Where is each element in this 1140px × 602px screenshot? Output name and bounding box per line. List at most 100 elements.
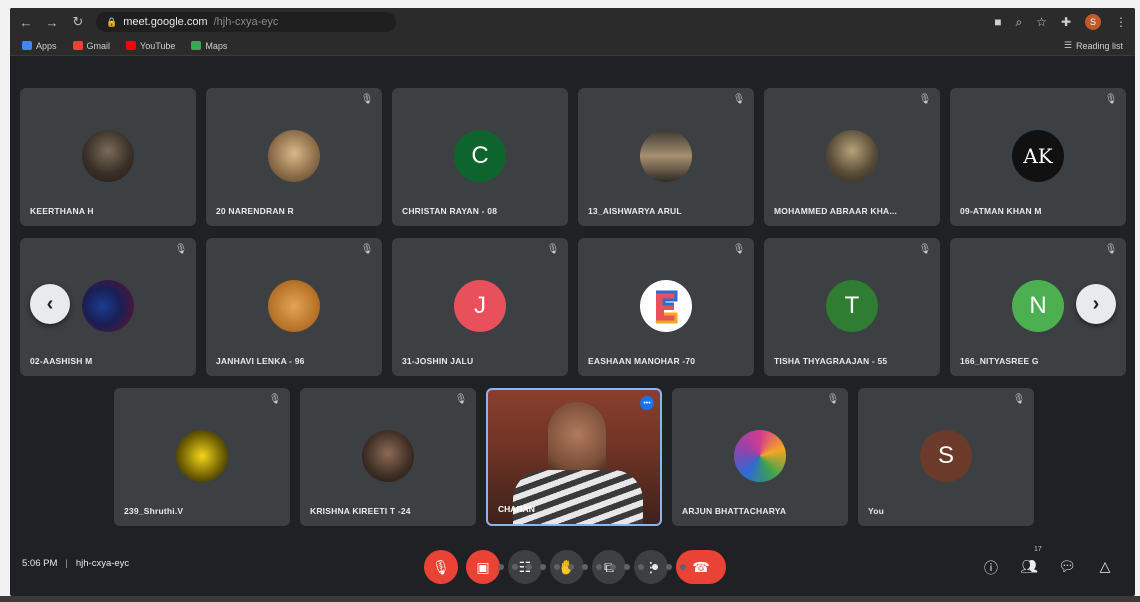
page-dot[interactable] bbox=[680, 564, 686, 570]
participant-tile[interactable]: 🎙︎ MOHAMMED ABRAAR KHA... bbox=[764, 88, 940, 226]
participant-avatar: N bbox=[1012, 280, 1064, 332]
phone-hangup-icon: ☎ bbox=[692, 558, 710, 575]
back-icon[interactable]: ← bbox=[18, 15, 34, 30]
mic-off-icon: 🎙︎ bbox=[732, 94, 746, 105]
mic-off-icon: 🎙︎ bbox=[432, 558, 450, 575]
participant-count-badge: 17 bbox=[1034, 546, 1042, 553]
page-indicator bbox=[498, 564, 686, 570]
participant-name: TISHA THYAGRAAJAN - 55 bbox=[774, 356, 888, 366]
url-host: meet.google.com bbox=[123, 16, 208, 28]
camera-in-use-icon[interactable]: ■ bbox=[994, 15, 1001, 29]
chevron-right-icon: › bbox=[1092, 292, 1100, 315]
page-dot[interactable] bbox=[610, 564, 616, 570]
page-dot[interactable] bbox=[526, 564, 532, 570]
bookmark-youtube[interactable]: YouTube bbox=[126, 41, 175, 51]
participant-name: KRISHNA KIREETI T -24 bbox=[310, 506, 411, 516]
participant-tile[interactable]: 🎙︎ EASHAAN MANOHAR -70 bbox=[578, 238, 754, 376]
page-dot-active[interactable] bbox=[652, 564, 658, 570]
menu-kebab-icon[interactable]: ⋮ bbox=[1115, 15, 1127, 29]
page-dot[interactable] bbox=[666, 564, 672, 570]
participant-avatar bbox=[176, 430, 228, 482]
gmail-icon bbox=[72, 41, 83, 50]
meet-window: ← → ↻ 🔒 meet.google.com/hjh-cxya-eyc ■ ⌕… bbox=[10, 8, 1135, 596]
page-dot[interactable] bbox=[512, 564, 518, 570]
bookmark-gmail[interactable]: Gmail bbox=[72, 41, 110, 51]
meeting-details-button[interactable]: ⓘ bbox=[982, 558, 1000, 576]
participant-tile[interactable]: 🎙︎ ARJUN BHATTACHARYA bbox=[672, 388, 848, 526]
people-button[interactable]: 👥︎ bbox=[1020, 558, 1038, 576]
page-dot[interactable] bbox=[638, 564, 644, 570]
participant-tile[interactable]: 🎙︎ T TISHA THYAGRAAJAN - 55 bbox=[764, 238, 940, 376]
participant-tile[interactable]: 🎙︎ AK 09-ATMAN KHAN M bbox=[950, 88, 1126, 226]
forward-icon[interactable]: → bbox=[44, 15, 60, 30]
page-dot[interactable] bbox=[582, 564, 588, 570]
mic-off-icon: 🎙︎ bbox=[1012, 394, 1026, 405]
reload-icon[interactable]: ↻ bbox=[70, 14, 86, 30]
video-shirt bbox=[513, 470, 643, 524]
speaking-indicator-icon: ••• bbox=[640, 396, 654, 410]
browser-toolbar: ← → ↻ 🔒 meet.google.com/hjh-cxya-eyc ■ ⌕… bbox=[10, 8, 1135, 36]
participant-name: You bbox=[868, 506, 885, 516]
participant-name: CHRISTAN RAYAN - 08 bbox=[402, 206, 498, 216]
participant-avatar bbox=[82, 130, 134, 182]
profile-avatar[interactable]: S bbox=[1085, 14, 1101, 30]
zoom-icon[interactable]: ⌕ bbox=[1015, 15, 1022, 30]
reading-list-button[interactable]: ☰ Reading list bbox=[1064, 40, 1123, 51]
participant-name: 09-ATMAN KHAN M bbox=[960, 206, 1042, 216]
activities-button[interactable]: △ bbox=[1096, 558, 1114, 576]
participant-tile-self[interactable]: 🎙︎ S You bbox=[858, 388, 1034, 526]
participant-tile[interactable]: 🎙︎ J 31-JOSHIN JALU bbox=[392, 238, 568, 376]
people-icon: 👥︎ bbox=[1020, 558, 1038, 574]
maps-icon bbox=[191, 41, 202, 50]
page-dot[interactable] bbox=[498, 564, 504, 570]
shapes-icon: △ bbox=[1099, 558, 1111, 574]
mic-off-icon: 🎙︎ bbox=[1104, 244, 1118, 255]
mic-off-icon: 🎙︎ bbox=[174, 244, 188, 255]
participant-avatar: S bbox=[920, 430, 972, 482]
participant-avatar bbox=[734, 430, 786, 482]
bookmark-apps[interactable]: Apps bbox=[22, 41, 57, 51]
page-dot[interactable] bbox=[624, 564, 630, 570]
mic-off-icon: 🎙︎ bbox=[918, 244, 932, 255]
mic-off-icon: 🎙︎ bbox=[732, 244, 746, 255]
participant-tile[interactable]: 🎙︎ 20 NARENDRAN R bbox=[206, 88, 382, 226]
extensions-icon[interactable]: ✚ bbox=[1061, 15, 1071, 29]
separator: | bbox=[65, 558, 68, 569]
page-dot[interactable] bbox=[596, 564, 602, 570]
page-dot[interactable] bbox=[568, 564, 574, 570]
page-dot[interactable] bbox=[554, 564, 560, 570]
participant-name: ARJUN BHATTACHARYA bbox=[682, 506, 787, 516]
participant-name: 31-JOSHIN JALU bbox=[402, 356, 474, 366]
participant-name: 166_NITYASREE G bbox=[960, 356, 1039, 366]
participant-tile[interactable]: C CHRISTAN RAYAN - 08 bbox=[392, 88, 568, 226]
participant-avatar bbox=[826, 130, 878, 182]
bookmark-star-icon[interactable]: ☆ bbox=[1036, 15, 1047, 29]
participant-tile[interactable]: 🎙︎ JANHAVI LENKA - 96 bbox=[206, 238, 382, 376]
page-dot[interactable] bbox=[540, 564, 546, 570]
url-path: /hjh-cxya-eyc bbox=[213, 16, 279, 28]
meeting-time: 5:06 PM bbox=[22, 558, 58, 569]
participant-tile[interactable]: 🎙︎ 239_Shruthi.V bbox=[114, 388, 290, 526]
mic-off-icon: 🎙︎ bbox=[454, 394, 468, 405]
participant-name: CHARAN bbox=[498, 504, 535, 514]
camera-button[interactable]: ▣ bbox=[466, 550, 500, 584]
participant-name: 02-AASHISH M bbox=[30, 356, 93, 366]
participant-avatar bbox=[640, 280, 692, 332]
meeting-code: hjh-cxya-eyc bbox=[75, 558, 130, 569]
participant-tile[interactable]: 🎙︎ KRISHNA KIREETI T -24 bbox=[300, 388, 476, 526]
info-icon: ⓘ bbox=[984, 560, 998, 576]
participant-avatar bbox=[362, 430, 414, 482]
participant-tile[interactable]: 🎙︎ 13_AISHWARYA ARUL bbox=[578, 88, 754, 226]
previous-page-button[interactable]: ‹ bbox=[30, 284, 70, 324]
chat-button[interactable]: 💬︎ bbox=[1058, 558, 1076, 576]
participant-tile[interactable]: KEERTHANA H bbox=[20, 88, 196, 226]
participant-name: EASHAAN MANOHAR -70 bbox=[588, 356, 696, 366]
microphone-button[interactable]: 🎙︎ bbox=[424, 550, 458, 584]
bookmark-maps[interactable]: Maps bbox=[191, 41, 227, 51]
next-page-button[interactable]: › bbox=[1076, 284, 1116, 324]
address-bar[interactable]: 🔒 meet.google.com/hjh-cxya-eyc bbox=[96, 12, 396, 32]
pinned-video-tile[interactable]: ••• CHARAN bbox=[486, 388, 662, 526]
participant-avatar: J bbox=[454, 280, 506, 332]
logo-icon bbox=[656, 290, 678, 324]
participant-name: KEERTHANA H bbox=[30, 206, 94, 216]
